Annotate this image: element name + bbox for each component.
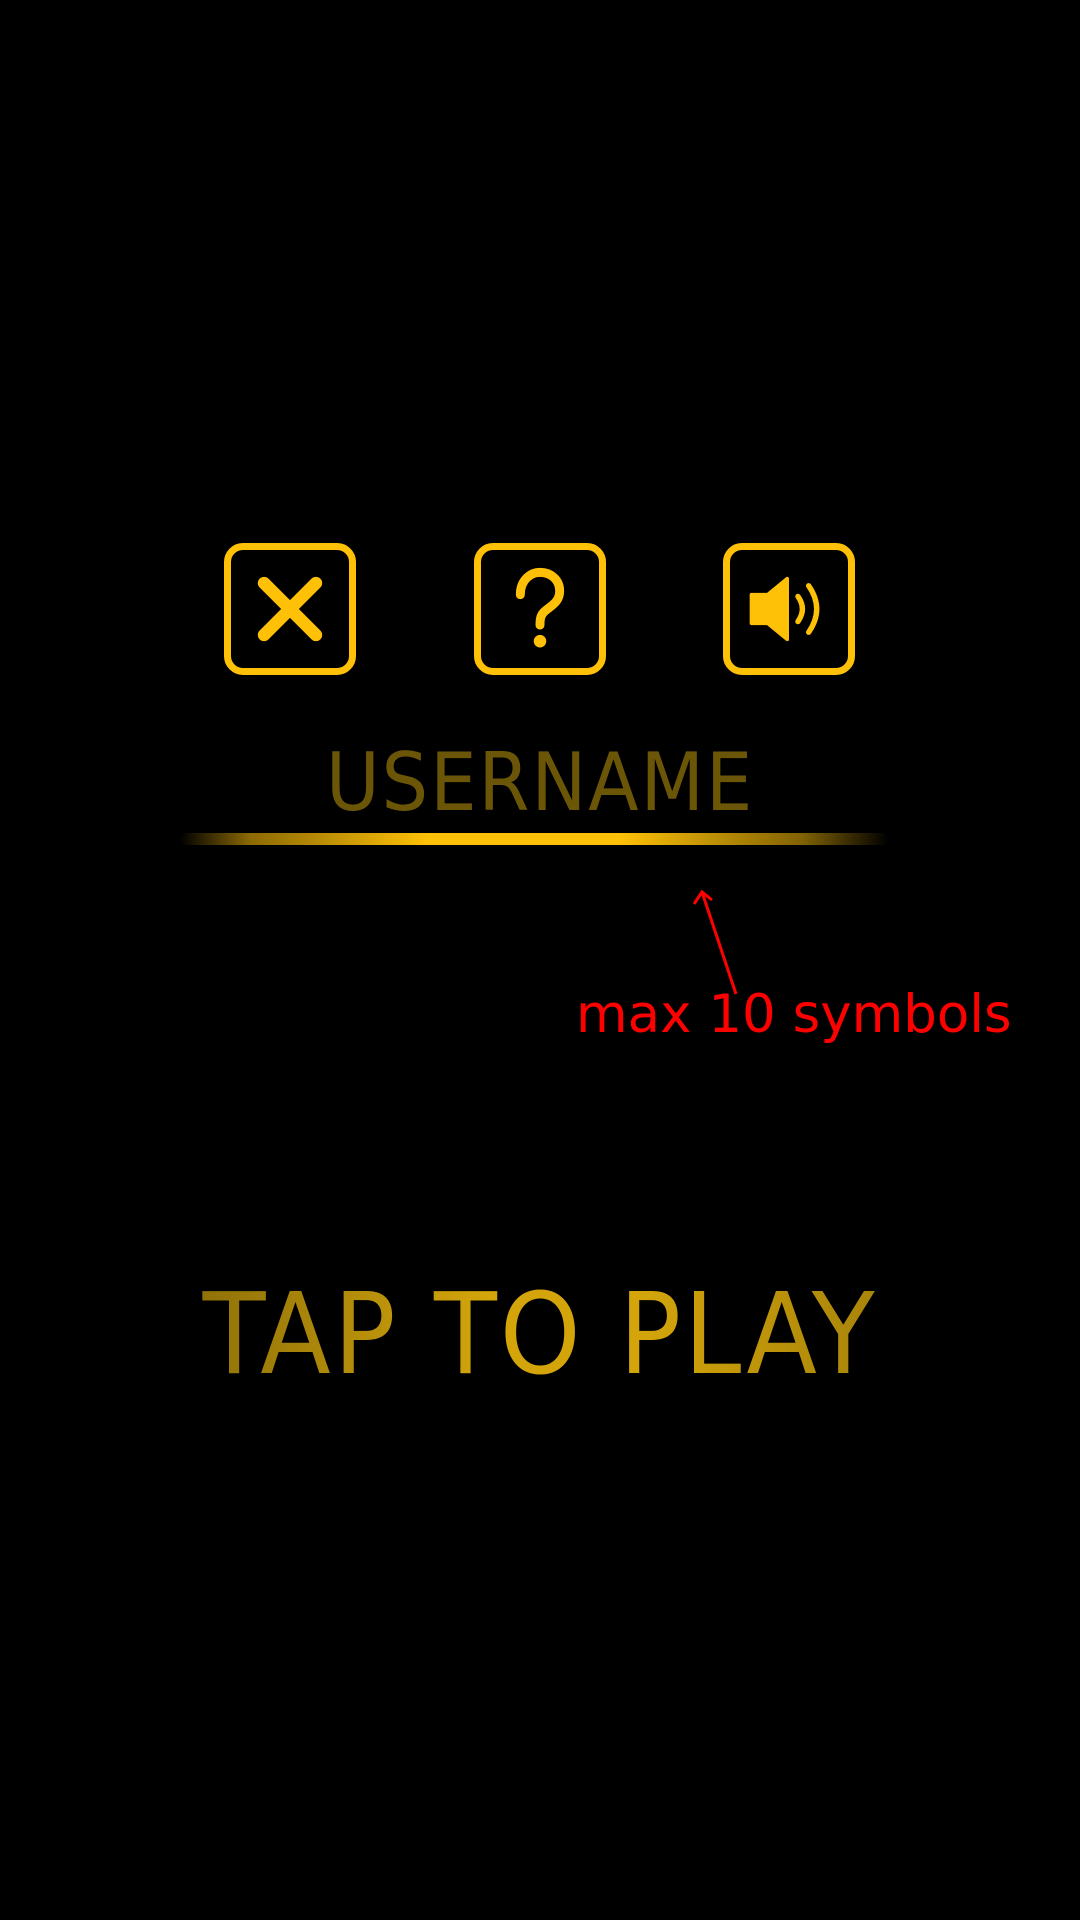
help-button[interactable] xyxy=(474,543,606,675)
username-input[interactable]: USERNAME xyxy=(43,733,1037,833)
sound-button[interactable] xyxy=(723,543,855,675)
question-icon xyxy=(515,567,565,648)
speaker-icon xyxy=(749,576,820,642)
close-icon xyxy=(257,576,323,642)
close-button[interactable] xyxy=(224,543,356,675)
tap-to-play-button[interactable]: TAP TO PLAY xyxy=(43,1270,1037,1400)
max-length-note: max 10 symbols xyxy=(576,984,1012,1045)
username-underline xyxy=(180,833,888,845)
